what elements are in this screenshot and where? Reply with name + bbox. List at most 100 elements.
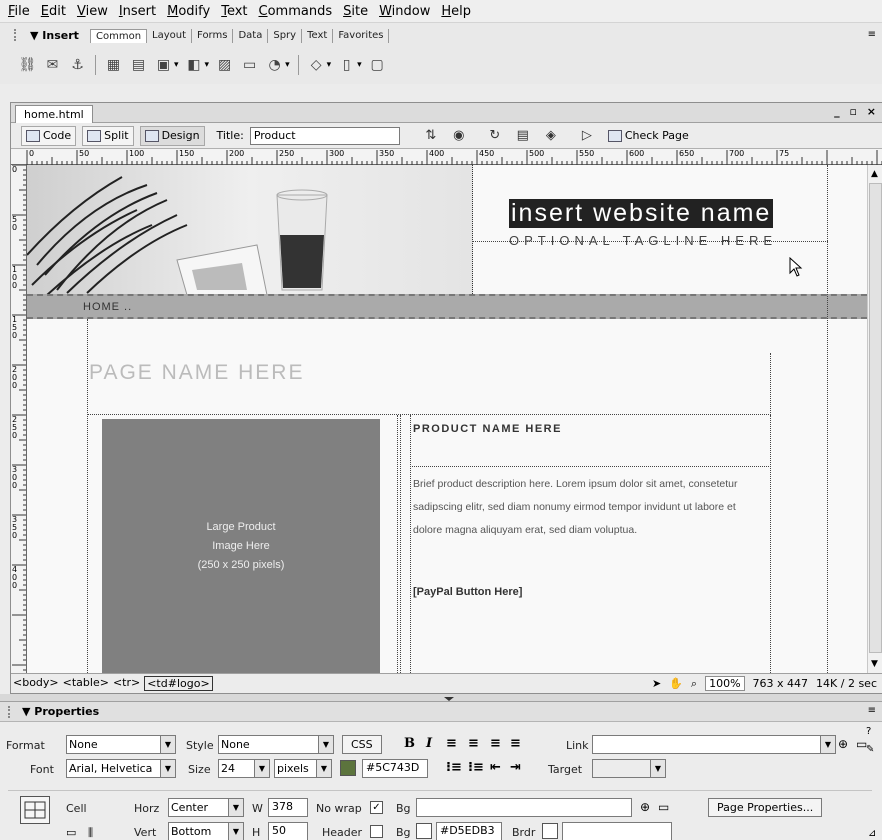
horz-select[interactable]: Center ▼ <box>168 798 244 817</box>
target-select[interactable]: ▼ <box>592 759 666 778</box>
logo-cell[interactable] <box>472 165 828 294</box>
panel-options-icon[interactable]: ≡ <box>868 29 876 40</box>
menu-insert[interactable]: Insert <box>115 4 163 19</box>
view-options-icon[interactable]: ▤ <box>512 126 534 146</box>
media-icon[interactable]: ◧ <box>185 56 204 75</box>
page-name-heading[interactable]: PAGE NAME HERE <box>89 361 304 385</box>
insert-tab-forms[interactable]: Forms <box>192 29 234 43</box>
tag-selector-item[interactable]: <body> <box>13 676 59 691</box>
format-select[interactable]: None ▼ <box>66 735 176 754</box>
tag-selector-item[interactable]: <tr> <box>113 676 140 691</box>
point-to-file-icon[interactable]: ⊕ <box>838 737 848 751</box>
text-color-input[interactable]: #5C743D <box>362 759 428 778</box>
insert-tab-text[interactable]: Text <box>302 29 334 43</box>
zoom-tool-icon[interactable]: ⌕ <box>691 677 697 691</box>
insert-tab-layout[interactable]: Layout <box>147 29 193 43</box>
hyperlink-icon[interactable]: ⛓ <box>18 56 37 75</box>
scrollbar-thumb[interactable] <box>869 183 882 653</box>
vertical-scrollbar[interactable]: ▲ ▼ <box>867 165 882 673</box>
paypal-button-placeholder[interactable]: [PayPal Button Here] <box>413 586 522 598</box>
italic-icon[interactable]: I <box>426 736 432 751</box>
table-icon[interactable]: ▦ <box>104 56 123 75</box>
validate-markup-icon[interactable]: ▷ <box>576 126 598 146</box>
menu-modify[interactable]: Modify <box>163 4 217 19</box>
select-tool-icon[interactable]: ➤ <box>652 677 661 690</box>
scroll-up-icon[interactable]: ▲ <box>871 169 878 179</box>
panel-grip[interactable] <box>14 29 17 41</box>
window-controls[interactable]: _ ▫ × <box>834 105 879 118</box>
ordered-list-icon[interactable]: ⁝≡ <box>468 760 484 775</box>
quick-tag-editor-icon[interactable]: ✎ <box>866 744 874 755</box>
menu-window[interactable]: Window <box>375 4 437 19</box>
panel-options-icon[interactable]: ≡ <box>868 705 876 716</box>
expand-panel-icon[interactable]: ⊿ <box>868 828 876 839</box>
unordered-list-icon[interactable]: ⁝≡ <box>446 760 462 775</box>
unit-select[interactable]: pixels ▼ <box>274 759 332 778</box>
nav-home-link[interactable]: HOME .. <box>83 301 132 313</box>
panel-grip[interactable] <box>8 706 11 718</box>
product-name[interactable]: PRODUCT NAME HERE <box>413 423 562 435</box>
visual-aids-icon[interactable]: ◈ <box>540 126 562 146</box>
named-anchor-icon[interactable]: ⚓ <box>68 56 87 75</box>
file-management-icon[interactable]: ⇅ <box>420 126 442 146</box>
product-description[interactable]: Brief product description here. Lorem ip… <box>413 473 763 542</box>
justify-icon[interactable]: ≡ <box>510 736 521 751</box>
dropdown-arrow-icon[interactable]: ▾ <box>327 60 332 70</box>
menu-site[interactable]: Site <box>339 4 375 19</box>
properties-title[interactable]: ▼ Properties <box>22 705 99 718</box>
menu-help[interactable]: Help <box>437 4 478 19</box>
nowrap-checkbox[interactable]: ✓ <box>370 801 383 814</box>
templates-icon[interactable]: ◔ <box>265 56 284 75</box>
design-canvas[interactable]: insert website name OPTIONAL TAGLINE HER… <box>27 165 867 673</box>
scroll-down-icon[interactable]: ▼ <box>871 659 878 669</box>
check-page-button[interactable]: Check Page <box>604 126 693 146</box>
tag-chooser-icon[interactable]: ▢ <box>368 56 387 75</box>
align-left-icon[interactable]: ≡ <box>446 736 457 751</box>
css-button[interactable]: CSS <box>342 735 382 754</box>
refresh-icon[interactable]: ↻ <box>484 126 506 146</box>
script-icon[interactable]: ▯ <box>337 56 356 75</box>
style-select[interactable]: None ▼ <box>218 735 334 754</box>
indent-icon[interactable]: ⇥ <box>510 760 521 775</box>
div-icon[interactable]: ▤ <box>129 56 148 75</box>
tag-selector-item[interactable]: <td#logo> <box>144 676 213 691</box>
bg-color-input[interactable]: #D5EDB3 <box>436 822 502 840</box>
page-properties-button[interactable]: Page Properties... <box>708 798 823 817</box>
document-tab[interactable]: home.html <box>15 105 93 123</box>
height-input[interactable]: 50 <box>268 822 308 840</box>
zoom-select[interactable]: 100% <box>705 676 745 691</box>
insert-tab-data[interactable]: Data <box>233 29 269 43</box>
split-view-button[interactable]: Split <box>82 125 134 146</box>
product-image-placeholder[interactable]: Large Product Image Here (250 x 250 pixe… <box>102 419 380 673</box>
width-input[interactable]: 378 <box>268 798 308 817</box>
menu-view[interactable]: View <box>73 4 115 19</box>
align-center-icon[interactable]: ≡ <box>468 736 479 751</box>
code-view-button[interactable]: Code <box>21 125 77 146</box>
site-name[interactable]: insert website name <box>509 199 774 228</box>
dropdown-arrow-icon[interactable]: ▾ <box>357 60 362 70</box>
vert-select[interactable]: Bottom ▼ <box>168 822 244 840</box>
dropdown-arrow-icon[interactable]: ▾ <box>205 60 210 70</box>
menu-text[interactable]: Text <box>217 4 254 19</box>
date-icon[interactable]: ▨ <box>215 56 234 75</box>
menu-file[interactable]: File <box>4 4 37 19</box>
panel-splitter[interactable] <box>0 694 882 702</box>
header-checkbox[interactable] <box>370 825 383 838</box>
window-size[interactable]: 763 x 447 <box>753 677 809 690</box>
bg-color-swatch[interactable] <box>416 823 432 839</box>
head-icon[interactable]: ◇ <box>307 56 326 75</box>
insert-tab-spry[interactable]: Spry <box>268 29 303 43</box>
menu-edit[interactable]: Edit <box>37 4 73 19</box>
help-icon[interactable]: ? <box>866 726 871 737</box>
point-to-file-icon[interactable]: ⊕ <box>640 800 650 814</box>
insert-panel-title[interactable]: ▼ Insert <box>30 29 79 42</box>
dropdown-arrow-icon[interactable]: ▾ <box>174 60 179 70</box>
font-select[interactable]: Arial, Helvetica ▼ <box>66 759 176 778</box>
split-cell-icon[interactable]: ⫼ <box>88 826 93 840</box>
merge-cells-icon[interactable]: ▭ <box>66 826 76 839</box>
design-view-button[interactable]: Design <box>139 125 205 146</box>
email-link-icon[interactable]: ✉ <box>43 56 62 75</box>
preview-browser-icon[interactable]: ◉ <box>448 126 470 146</box>
insert-tab-common[interactable]: Common <box>90 29 148 43</box>
bg-image-input[interactable] <box>416 798 632 817</box>
